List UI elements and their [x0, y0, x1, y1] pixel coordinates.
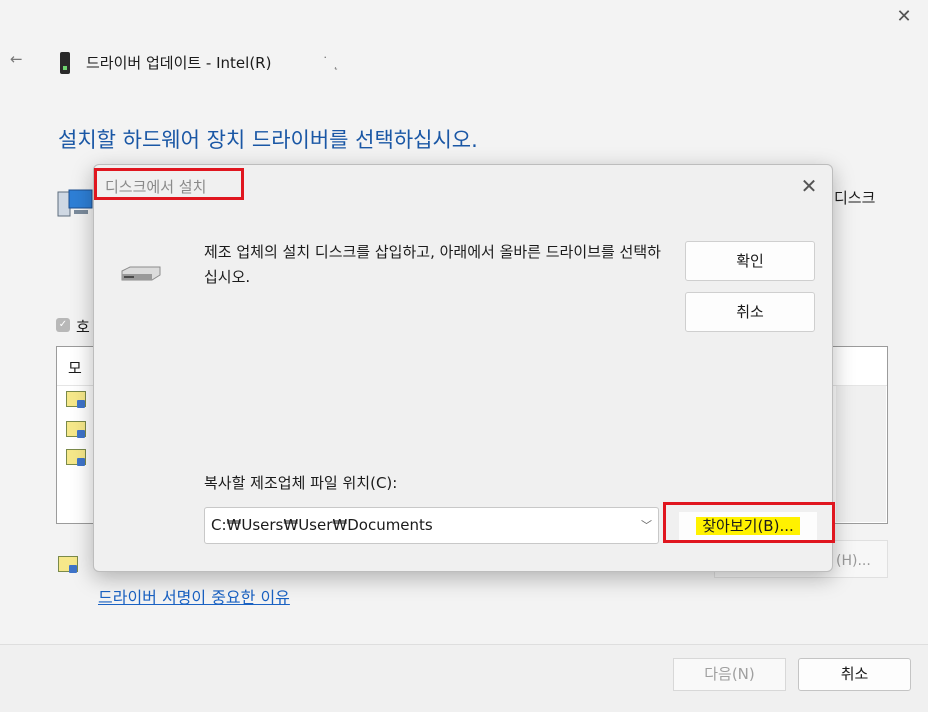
- device-icon: [60, 52, 70, 74]
- page-heading: 설치할 하드웨어 장치 드라이버를 선택하십시오.: [58, 128, 478, 152]
- back-arrow-icon[interactable]: ←: [10, 50, 30, 70]
- next-button[interactable]: 다음(N): [673, 658, 786, 691]
- browse-highlight-box: [663, 502, 835, 543]
- model-column-label: 모: [68, 359, 82, 377]
- wizard-title: 드라이버 업데이트 - Intel(R): [86, 54, 272, 72]
- computer-icon: [57, 189, 93, 217]
- dialog-message: 제조 업체의 설치 디스크를 삽입하고, 아래에서 올바른 드라이브를 선택하십…: [204, 243, 661, 286]
- chevron-down-icon[interactable]: ﹀: [641, 517, 652, 533]
- dialog-cancel-button[interactable]: 취소: [685, 292, 815, 332]
- driver-icon: [58, 556, 78, 573]
- have-disk-button-label: (H)...: [836, 553, 871, 569]
- close-icon[interactable]: ✕: [890, 6, 918, 28]
- title-highlight-box: [94, 168, 244, 200]
- path-combobox[interactable]: C:₩Users₩User₩Documents: [204, 507, 659, 544]
- list-scroll-area: [836, 386, 886, 522]
- wizard-footer: [0, 644, 928, 712]
- driver-signing-link[interactable]: 드라이버 서명이 중요한 이유: [98, 584, 290, 608]
- driver-icon: [66, 391, 86, 408]
- ok-button[interactable]: 확인: [685, 241, 815, 281]
- compatible-hardware-checkbox[interactable]: ✓: [56, 318, 70, 332]
- wizard-title-tail: ˙ ˛: [322, 56, 340, 71]
- cancel-button[interactable]: 취소: [798, 658, 911, 691]
- path-label: 복사할 제조업체 파일 위치(C):: [204, 474, 398, 492]
- driver-icon: [66, 421, 86, 438]
- close-icon[interactable]: ✕: [797, 174, 821, 198]
- compatible-hardware-label: 호: [76, 318, 90, 336]
- drive-icon: [121, 266, 161, 281]
- have-disk-partial-label: 디스크: [834, 189, 876, 207]
- driver-icon: [66, 449, 86, 466]
